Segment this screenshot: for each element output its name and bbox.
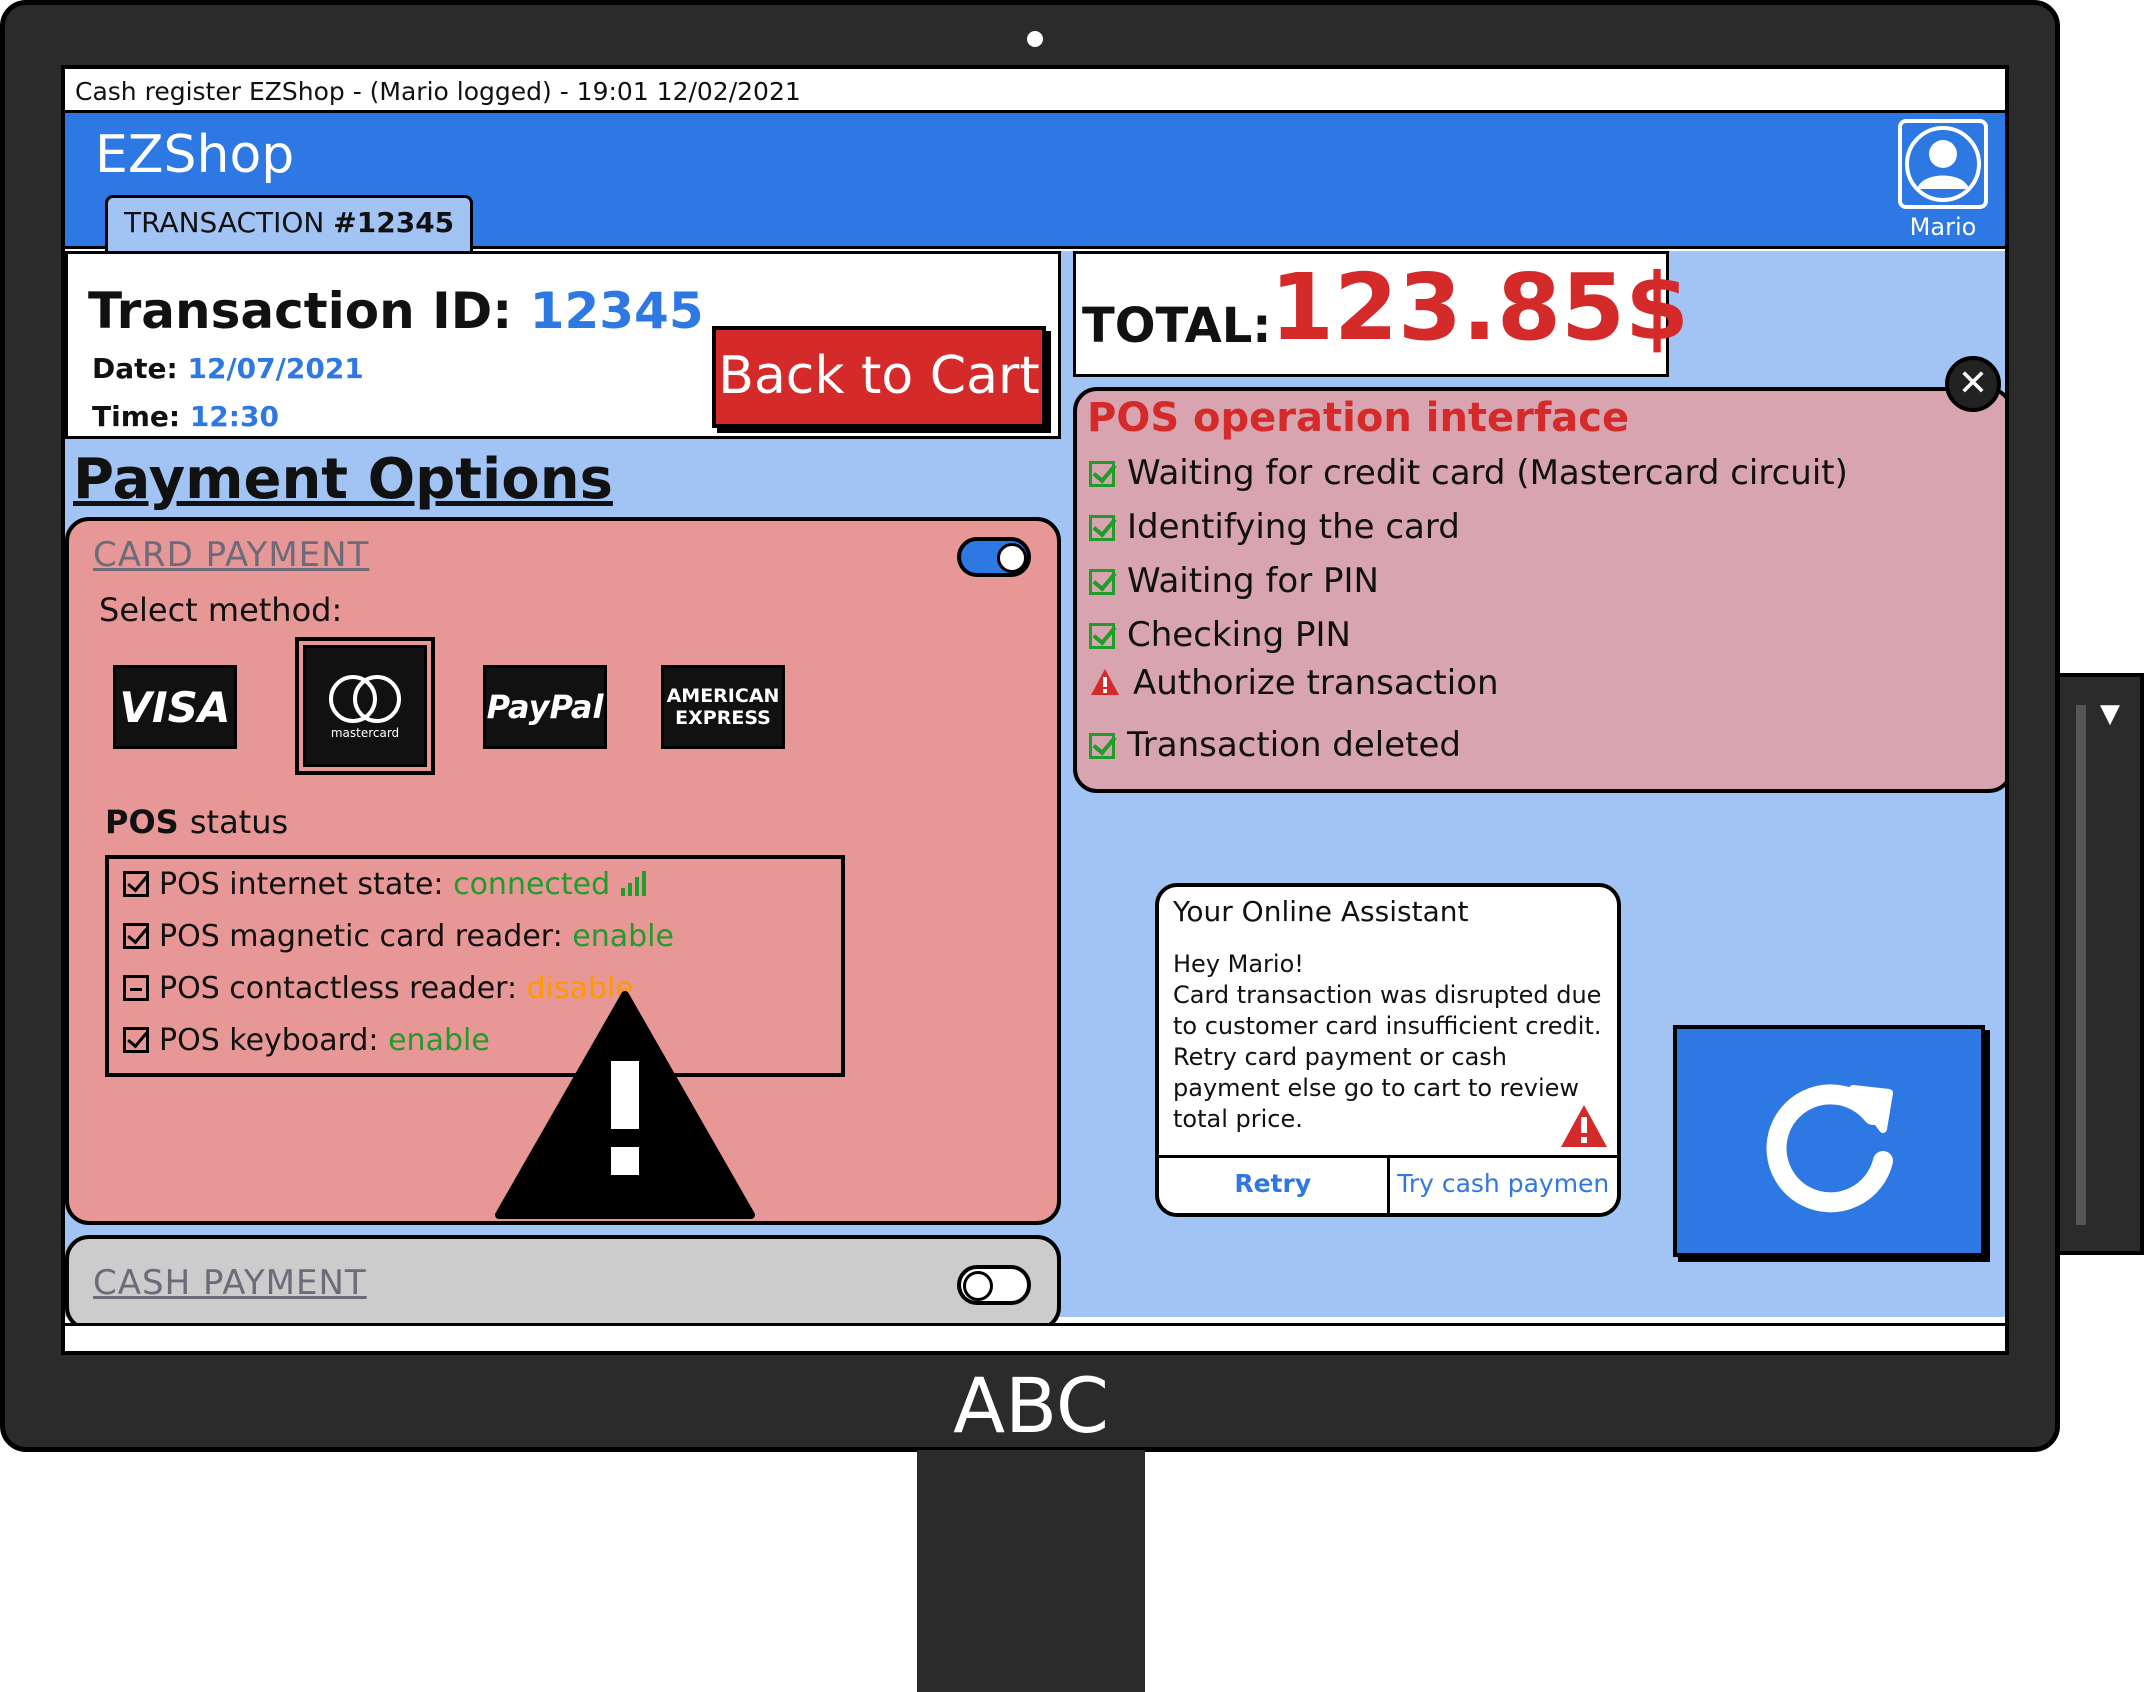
warning-icon (1091, 669, 1119, 695)
retry-button[interactable]: Retry (1159, 1158, 1390, 1213)
signal-icon (620, 871, 646, 896)
pos-status-title: POS status (105, 803, 289, 841)
status-bar (65, 1323, 2005, 1351)
monitor-stand (917, 1450, 1145, 1692)
assistant-actions: Retry Try cash paymen (1159, 1155, 1617, 1213)
total-value: 123.85$ (1270, 254, 1690, 361)
refresh-icon (1766, 1084, 1893, 1213)
tab-number: #12345 (333, 206, 455, 239)
cash-payment-panel: CASH PAYMENT (65, 1235, 1061, 1331)
check-icon (1089, 515, 1115, 541)
card-payment-toggle[interactable] (957, 537, 1031, 577)
screen: Cash register EZShop - (Mario logged) - … (61, 65, 2009, 1355)
warning-icon (1561, 1105, 1607, 1147)
transaction-date: Date: 12/07/2021 (92, 352, 364, 385)
check-icon (123, 871, 149, 897)
visa-method[interactable]: VISA (113, 665, 237, 749)
toggle-knob (963, 1271, 993, 1301)
app-header: EZShop TRANSACTION #12345 Mario (65, 113, 2005, 251)
assistant-message: Hey Mario! Card transaction was disrupte… (1173, 950, 1602, 1133)
payment-options-title: Payment Options (73, 447, 613, 512)
check-icon (1089, 623, 1115, 649)
monitor-brand: ABC (953, 1361, 1109, 1450)
tab-transaction[interactable]: TRANSACTION #12345 (105, 195, 474, 251)
pos-internet-state: POS internet state: connected (123, 867, 646, 902)
transaction-time: Time: 12:30 (92, 400, 279, 433)
chevron-down-icon: ▼ (2100, 699, 2120, 729)
pos-operation-panel: POS operation interface Waiting for cred… (1073, 387, 2005, 793)
mastercard-icon (329, 675, 401, 723)
cash-payment-toggle[interactable] (957, 1265, 1031, 1305)
pos-step: Identifying the card (1089, 507, 1460, 547)
select-method-label: Select method: (99, 591, 343, 629)
app-logo: EZShop (95, 125, 295, 185)
online-assistant: Your Online Assistant Hey Mario! Card tr… (1155, 883, 1621, 1217)
indeterminate-icon (123, 975, 149, 1001)
check-icon (1089, 461, 1115, 487)
paypal-method[interactable]: PayPal (483, 665, 607, 749)
assistant-title: Your Online Assistant (1173, 895, 1469, 928)
tab-label: TRANSACTION (124, 206, 325, 239)
pos-keyboard: POS keyboard: enable (123, 1023, 490, 1058)
user-menu[interactable]: Mario (1893, 119, 1993, 241)
pos-step: Transaction deleted (1089, 725, 1461, 765)
card-payment-link[interactable]: CARD PAYMENT (93, 535, 369, 575)
check-icon (1089, 569, 1115, 595)
warning-icon (495, 991, 755, 1219)
user-name: Mario (1909, 213, 1977, 241)
cash-payment-link[interactable]: CASH PAYMENT (93, 1263, 367, 1303)
pos-step: Waiting for credit card (Mastercard circ… (1089, 453, 1848, 493)
check-icon (123, 923, 149, 949)
pos-step-warning: Authorize transaction (1089, 663, 1499, 703)
amex-method[interactable]: AMERICAN EXPRESS (661, 665, 785, 749)
card-slot (2076, 705, 2086, 1225)
try-cash-button[interactable]: Try cash paymen (1390, 1158, 1618, 1213)
monitor-frame: Cash register EZShop - (Mario logged) - … (0, 0, 2060, 1452)
mastercard-method[interactable]: mastercard (295, 637, 435, 775)
toggle-knob (997, 543, 1027, 573)
total-box: TOTAL: 123.85$ (1073, 251, 1689, 377)
pos-step: Checking PIN (1089, 615, 1351, 655)
side-card-slot: ▼ (2060, 673, 2144, 1255)
pos-magnetic-reader: POS magnetic card reader: enable (123, 919, 674, 954)
pos-step: Waiting for PIN (1089, 561, 1379, 601)
total-label: TOTAL: (1082, 298, 1272, 354)
camera-dot (1027, 31, 1043, 47)
back-to-cart-button[interactable]: Back to Cart (712, 326, 1046, 428)
pos-operation-title: POS operation interface (1087, 395, 1630, 441)
user-icon (1898, 119, 1988, 209)
transaction-id: Transaction ID: 12345 (88, 282, 704, 340)
transaction-info: Transaction ID: 12345 Date: 12/07/2021 T… (65, 251, 1061, 439)
window-title: Cash register EZShop - (Mario logged) - … (65, 69, 2005, 113)
workspace: Transaction ID: 12345 Date: 12/07/2021 T… (65, 251, 2005, 1331)
check-icon (1089, 733, 1115, 759)
check-icon (123, 1027, 149, 1053)
refresh-button[interactable] (1673, 1025, 1985, 1257)
close-icon[interactable]: ✕ (1945, 356, 2001, 412)
